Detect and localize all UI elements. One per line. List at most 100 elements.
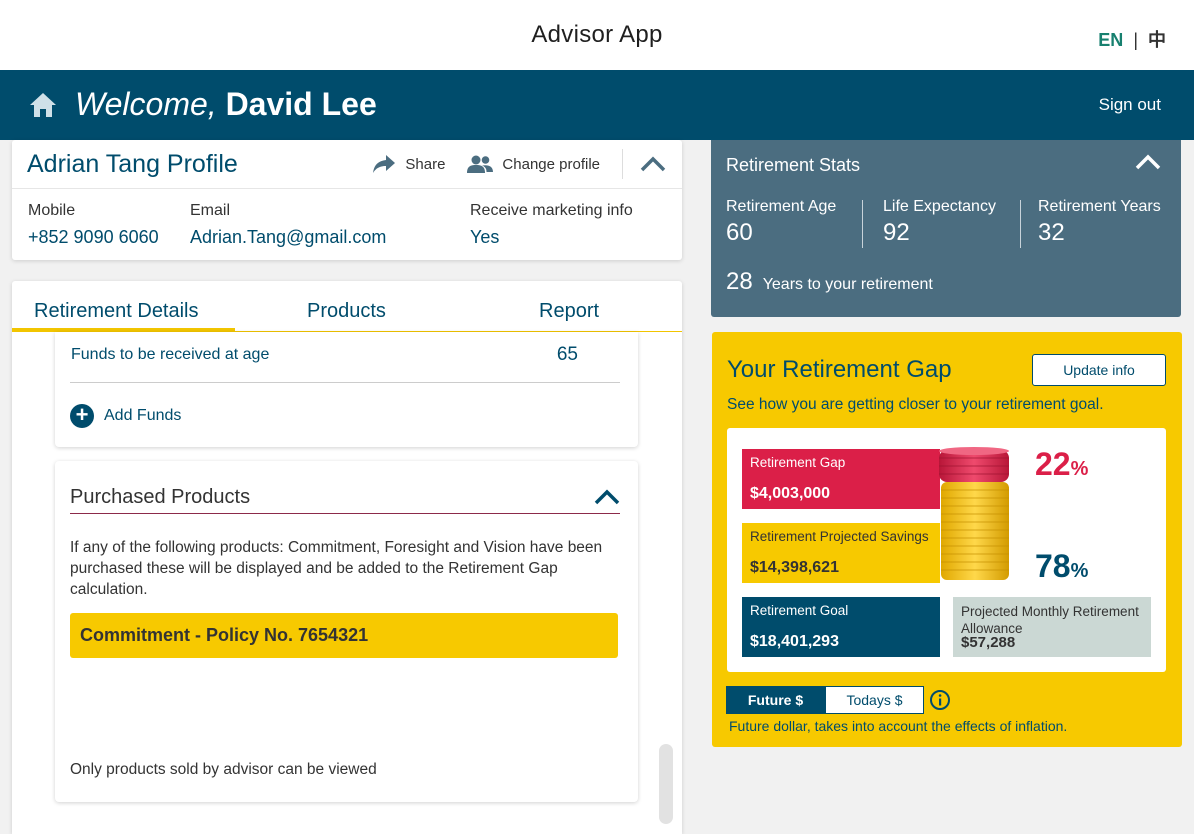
tab-report[interactable]: Report	[539, 300, 599, 323]
years-to-retirement: 28 Years to your retirement	[726, 268, 933, 296]
purchased-products-description: If any of the following products: Commit…	[70, 539, 603, 598]
plus-circle-icon: +	[70, 404, 94, 428]
retirement-years-label: Retirement Years	[1038, 198, 1161, 215]
retirement-gap-subtitle: See how you are getting closer to your r…	[727, 396, 1104, 413]
people-icon	[467, 155, 494, 173]
life-expectancy-stat: Life Expectancy 92	[883, 198, 996, 247]
add-funds-button[interactable]: + Add Funds	[70, 404, 181, 428]
currency-toggle: Future $ Todays $	[726, 686, 924, 714]
gap-summary-panel: Retirement Gap $4,003,000 Retirement Pro…	[727, 428, 1166, 672]
savings-percentage: 78%	[1035, 548, 1088, 585]
chevron-up-icon[interactable]	[594, 489, 620, 505]
divider	[70, 382, 620, 383]
life-expectancy-value: 92	[883, 219, 910, 246]
monthly-allowance-box: Projected Monthly Retirement Allowance $…	[953, 597, 1151, 657]
savings-percentage-value: 78	[1035, 548, 1071, 584]
retirement-stats-title: Retirement Stats	[726, 155, 861, 175]
divider	[12, 188, 682, 189]
policy-item[interactable]: Commitment - Policy No. 7654321	[70, 613, 618, 658]
email-label: Email	[190, 202, 231, 219]
email-info: Email Adrian.Tang@gmail.com	[190, 202, 386, 248]
retirement-goal-value: $18,401,293	[750, 633, 839, 650]
years-to-retirement-label: Years to your retirement	[762, 276, 933, 293]
retirement-gap-label: Retirement Gap	[750, 455, 846, 470]
tab-products[interactable]: Products	[307, 300, 386, 323]
monthly-allowance-label: Projected Monthly Retirement Allowance	[961, 604, 1139, 636]
update-info-button[interactable]: Update info	[1032, 354, 1166, 386]
app-title: Advisor App	[531, 21, 663, 48]
retirement-gap-box: Retirement Gap $4,003,000	[742, 449, 940, 509]
chevron-up-icon	[640, 156, 666, 172]
years-to-retirement-value: 28	[726, 268, 753, 295]
welcome-label: Welcome,	[75, 86, 217, 122]
percent-sign: %	[1070, 560, 1089, 582]
purchased-products-footer: Only products sold by advisor can be vie…	[70, 761, 377, 778]
retirement-gap-title: Your Retirement Gap	[727, 356, 952, 383]
top-bar: Advisor App EN | 中	[0, 0, 1194, 70]
mobile-info: Mobile +852 9090 6060	[28, 202, 159, 248]
profile-actions: Share Change profile	[372, 140, 682, 188]
home-icon[interactable]	[29, 92, 57, 118]
change-profile-label: Change profile	[502, 155, 600, 173]
welcome-header: Welcome, David Lee Sign out	[0, 70, 1194, 140]
retirement-stats-panel: Retirement Stats Retirement Age 60 Life …	[711, 140, 1181, 317]
marketing-value: Yes	[470, 227, 500, 247]
add-funds-label: Add Funds	[104, 407, 182, 424]
retirement-gap-value: $4,003,000	[750, 485, 831, 502]
chevron-up-icon[interactable]	[1135, 154, 1161, 170]
marketing-info: Receive marketing info Yes	[470, 202, 633, 248]
monthly-allowance-value: $57,288	[961, 634, 1016, 651]
inflation-note: Future dollar, takes into account the ef…	[729, 718, 1068, 734]
life-expectancy-label: Life Expectancy	[883, 198, 996, 215]
lang-en[interactable]: EN	[1098, 30, 1123, 50]
marketing-label: Receive marketing info	[470, 202, 633, 219]
mobile-label: Mobile	[28, 202, 76, 219]
retirement-age-value: 60	[726, 219, 753, 246]
tab-retirement-details[interactable]: Retirement Details	[34, 300, 199, 323]
tab-bar: Retirement Details Products Report	[12, 281, 682, 332]
funds-age-value[interactable]: 65	[557, 344, 578, 366]
purchased-products-card: Purchased Products If any of the followi…	[55, 461, 638, 802]
retirement-age-stat: Retirement Age 60	[726, 198, 836, 247]
share-icon	[373, 155, 396, 173]
retirement-goal-box: Retirement Goal $18,401,293	[742, 597, 940, 657]
share-label: Share	[405, 155, 446, 173]
email-value: Adrian.Tang@gmail.com	[190, 227, 387, 247]
funds-card: Funds to be received at age 65 + Add Fun…	[55, 332, 638, 447]
retirement-gap-panel: Your Retirement Gap Update info See how …	[712, 332, 1182, 747]
divider	[622, 149, 623, 179]
share-button[interactable]: Share	[372, 154, 445, 174]
scrollbar[interactable]	[659, 744, 673, 824]
coins-icon	[939, 447, 1009, 580]
future-dollar-toggle[interactable]: Future $	[726, 686, 825, 714]
retirement-age-label: Retirement Age	[726, 198, 837, 215]
language-switch: EN | 中	[1098, 26, 1166, 52]
divider	[862, 200, 863, 248]
lang-separator: |	[1133, 30, 1138, 50]
retirement-years-value: 32	[1038, 219, 1065, 246]
retirement-goal-label: Retirement Goal	[750, 603, 849, 618]
projected-savings-box: Retirement Projected Savings $14,398,621	[742, 523, 940, 583]
divider	[1020, 200, 1021, 248]
gap-percentage-value: 22	[1035, 446, 1071, 482]
divider	[70, 513, 620, 514]
percent-sign: %	[1070, 458, 1089, 480]
purchased-products-title: Purchased Products	[70, 486, 251, 508]
profile-card: Adrian Tang Profile Share Change profile…	[12, 140, 682, 260]
sign-out-link[interactable]: Sign out	[1099, 95, 1161, 115]
lang-zh[interactable]: 中	[1148, 30, 1166, 50]
retirement-details-card: Retirement Details Products Report Funds…	[12, 281, 682, 834]
collapse-profile-button[interactable]	[639, 150, 667, 178]
todays-dollar-toggle[interactable]: Todays $	[825, 686, 924, 714]
user-name: David Lee	[225, 86, 377, 122]
funds-age-label: Funds to be received at age	[71, 346, 270, 363]
retirement-years-stat: Retirement Years 32	[1038, 198, 1161, 247]
projected-savings-value: $14,398,621	[750, 559, 839, 576]
info-icon[interactable]	[929, 689, 951, 711]
welcome-text: Welcome, David Lee	[75, 86, 377, 123]
change-profile-button[interactable]: Change profile	[467, 155, 600, 173]
projected-savings-label: Retirement Projected Savings	[750, 529, 929, 544]
profile-title: Adrian Tang Profile	[27, 150, 238, 178]
mobile-value: +852 9090 6060	[28, 227, 159, 247]
gap-percentage: 22%	[1035, 446, 1088, 483]
